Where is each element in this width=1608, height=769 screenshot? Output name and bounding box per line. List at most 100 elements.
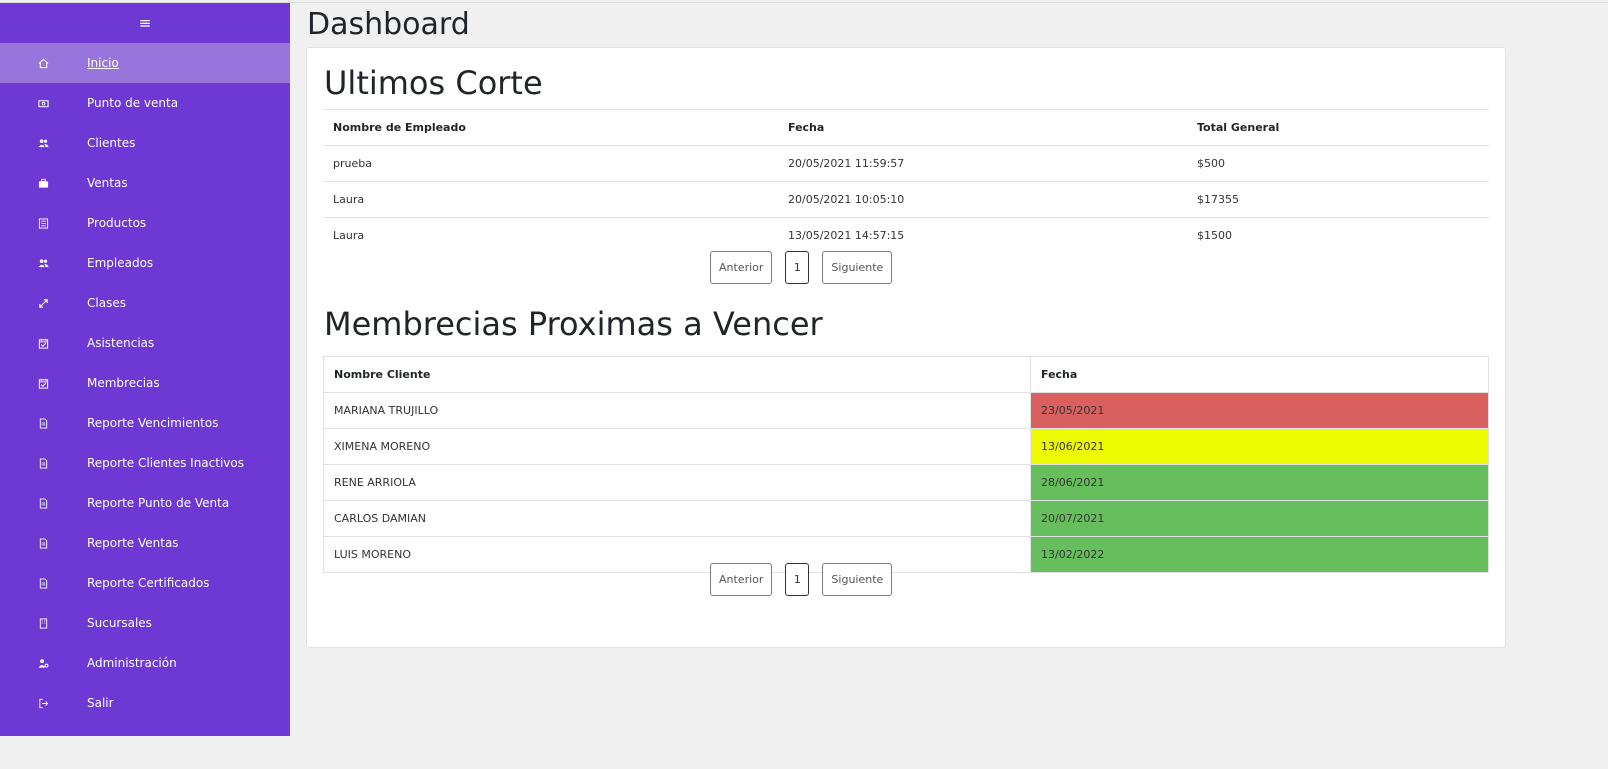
table-row: Laura 13/05/2021 14:57:15 $1500 xyxy=(323,217,1489,254)
sidebar-item-reporte-punto-de-venta[interactable]: Reporte Punto de Venta xyxy=(0,483,290,523)
cell-cliente: MARIANA TRUJILLO xyxy=(323,392,1031,429)
cortes-pagination: Anterior 1 Siguiente xyxy=(710,251,893,284)
sidebar: ≡ Inicio Punto de venta Clientes Ventas Prod… xyxy=(0,3,290,736)
cell-fecha-status: 20/07/2021 xyxy=(1030,500,1489,537)
sidebar-item-membrecias[interactable]: Membrecias xyxy=(0,363,290,403)
sidebar-item-label: Clientes xyxy=(87,136,136,150)
table-row: XIMENA MORENO 13/06/2021 xyxy=(323,428,1489,465)
membrecias-pagination: Anterior 1 Siguiente xyxy=(710,563,893,596)
cell-cliente: XIMENA MORENO xyxy=(323,428,1031,465)
user-gear-icon xyxy=(0,658,87,669)
sidebar-item-administracion[interactable]: Administración xyxy=(0,643,290,683)
list-icon xyxy=(0,217,87,229)
table-row: MARIANA TRUJILLO 23/05/2021 xyxy=(323,392,1489,429)
file-icon xyxy=(0,417,87,429)
users-icon xyxy=(0,138,87,149)
sidebar-item-label: Punto de venta xyxy=(87,96,179,110)
membrecias-next-button[interactable]: Siguiente xyxy=(822,563,893,596)
cell-cliente: CARLOS DAMIAN xyxy=(323,500,1031,537)
membrecias-prev-button[interactable]: Anterior xyxy=(710,563,773,596)
sidebar-item-label: Reporte Vencimientos xyxy=(87,416,219,430)
table-row: Laura 20/05/2021 10:05:10 $17355 xyxy=(323,181,1489,218)
membrecias-page-1-button[interactable]: 1 xyxy=(785,563,810,596)
cell-fecha: 20/05/2021 10:05:10 xyxy=(778,181,1187,218)
cell-total: $1500 xyxy=(1187,217,1489,254)
sidebar-item-punto-de-venta[interactable]: Punto de venta xyxy=(0,83,290,123)
column-header-fecha: Fecha xyxy=(778,109,1187,146)
sidebar-item-asistencias[interactable]: Asistencias xyxy=(0,323,290,363)
sidebar-item-label: Sucursales xyxy=(87,616,152,630)
table-header-row: Nombre de Empleado Fecha Total General xyxy=(323,109,1489,146)
sidebar-item-clases[interactable]: Clases xyxy=(0,283,290,323)
sidebar-toggle-button[interactable]: ≡ xyxy=(0,3,290,43)
sidebar-item-reporte-clientes-inactivos[interactable]: Reporte Clientes Inactivos xyxy=(0,443,290,483)
building-icon xyxy=(0,617,87,629)
sidebar-item-ventas[interactable]: Ventas xyxy=(0,163,290,203)
sidebar-item-label: Reporte Certificados xyxy=(87,576,210,590)
cell-empleado: prueba xyxy=(323,145,778,182)
column-header-total: Total General xyxy=(1187,109,1489,146)
sidebar-item-label: Clases xyxy=(87,296,126,310)
membrecias-table: Nombre Cliente Fecha MARIANA TRUJILLO 23/… xyxy=(323,356,1489,573)
sidebar-item-label: Ventas xyxy=(87,176,128,190)
dashboard-card: Ultimos Corte Nombre de Empleado Fecha T… xyxy=(306,47,1506,648)
cell-fecha: 20/05/2021 11:59:57 xyxy=(778,145,1187,182)
table-row: RENE ARRIOLA 28/06/2021 xyxy=(323,464,1489,501)
sidebar-item-reporte-certificados[interactable]: Reporte Certificados xyxy=(0,563,290,603)
file-icon xyxy=(0,577,87,589)
users-icon xyxy=(0,258,87,269)
sidebar-item-label: Membrecias xyxy=(87,376,160,390)
sidebar-item-salir[interactable]: Salir xyxy=(0,683,290,723)
column-header-fecha: Fecha xyxy=(1030,356,1489,393)
sidebar-item-label: Asistencias xyxy=(87,336,155,350)
cell-fecha-status: 13/02/2022 xyxy=(1030,536,1489,573)
briefcase-icon xyxy=(0,178,87,189)
sidebar-item-reporte-vencimientos[interactable]: Reporte Vencimientos xyxy=(0,403,290,443)
cortes-page-1-button[interactable]: 1 xyxy=(785,251,810,284)
calendar-check-icon xyxy=(0,338,87,349)
cell-fecha-status: 23/05/2021 xyxy=(1030,392,1489,429)
cell-cliente: LUIS MORENO xyxy=(323,536,1031,573)
sidebar-item-label: Reporte Punto de Venta xyxy=(87,496,230,510)
cortes-prev-button[interactable]: Anterior xyxy=(710,251,773,284)
sidebar-item-label: Reporte Clientes Inactivos xyxy=(87,456,244,470)
sidebar-item-label: Administración xyxy=(87,656,177,670)
table-row: CARLOS DAMIAN 20/07/2021 xyxy=(323,500,1489,537)
cell-total: $17355 xyxy=(1187,181,1489,218)
sidebar-item-productos[interactable]: Productos xyxy=(0,203,290,243)
sidebar-item-label: Reporte Ventas xyxy=(87,536,179,550)
expand-icon xyxy=(0,298,87,309)
table-row: LUIS MORENO 13/02/2022 xyxy=(323,536,1489,573)
sidebar-item-clientes[interactable]: Clientes xyxy=(0,123,290,163)
sidebar-nav: Inicio Punto de venta Clientes Ventas Produc… xyxy=(0,43,290,723)
logout-icon xyxy=(0,698,87,709)
sidebar-item-label: Productos xyxy=(87,216,147,230)
file-icon xyxy=(0,497,87,509)
sidebar-item-label: Inicio xyxy=(87,56,119,70)
membrecias-title: Membrecias Proximas a Vencer xyxy=(324,305,823,343)
table-header-row: Nombre Cliente Fecha xyxy=(323,356,1489,393)
sidebar-item-reporte-ventas[interactable]: Reporte Ventas xyxy=(0,523,290,563)
cell-empleado: Laura xyxy=(323,181,778,218)
file-icon xyxy=(0,537,87,549)
page-title: Dashboard xyxy=(307,7,470,42)
cell-fecha-status: 28/06/2021 xyxy=(1030,464,1489,501)
sidebar-item-empleados[interactable]: Empleados xyxy=(0,243,290,283)
cortes-next-button[interactable]: Siguiente xyxy=(822,251,893,284)
sidebar-item-label: Salir xyxy=(87,696,114,710)
home-icon xyxy=(0,58,87,69)
column-header-empleado: Nombre de Empleado xyxy=(323,109,778,146)
table-row: prueba 20/05/2021 11:59:57 $500 xyxy=(323,145,1489,182)
cortes-title: Ultimos Corte xyxy=(324,64,543,102)
sidebar-item-label: Empleados xyxy=(87,256,154,270)
calendar-check-icon xyxy=(0,378,87,389)
file-icon xyxy=(0,457,87,469)
cell-empleado: Laura xyxy=(323,217,778,254)
cell-cliente: RENE ARRIOLA xyxy=(323,464,1031,501)
cash-icon xyxy=(0,98,87,109)
column-header-cliente: Nombre Cliente xyxy=(323,356,1031,393)
sidebar-item-sucursales[interactable]: Sucursales xyxy=(0,603,290,643)
sidebar-item-inicio[interactable]: Inicio xyxy=(0,43,290,83)
cell-fecha: 13/05/2021 14:57:15 xyxy=(778,217,1187,254)
hamburger-icon: ≡ xyxy=(138,14,152,32)
